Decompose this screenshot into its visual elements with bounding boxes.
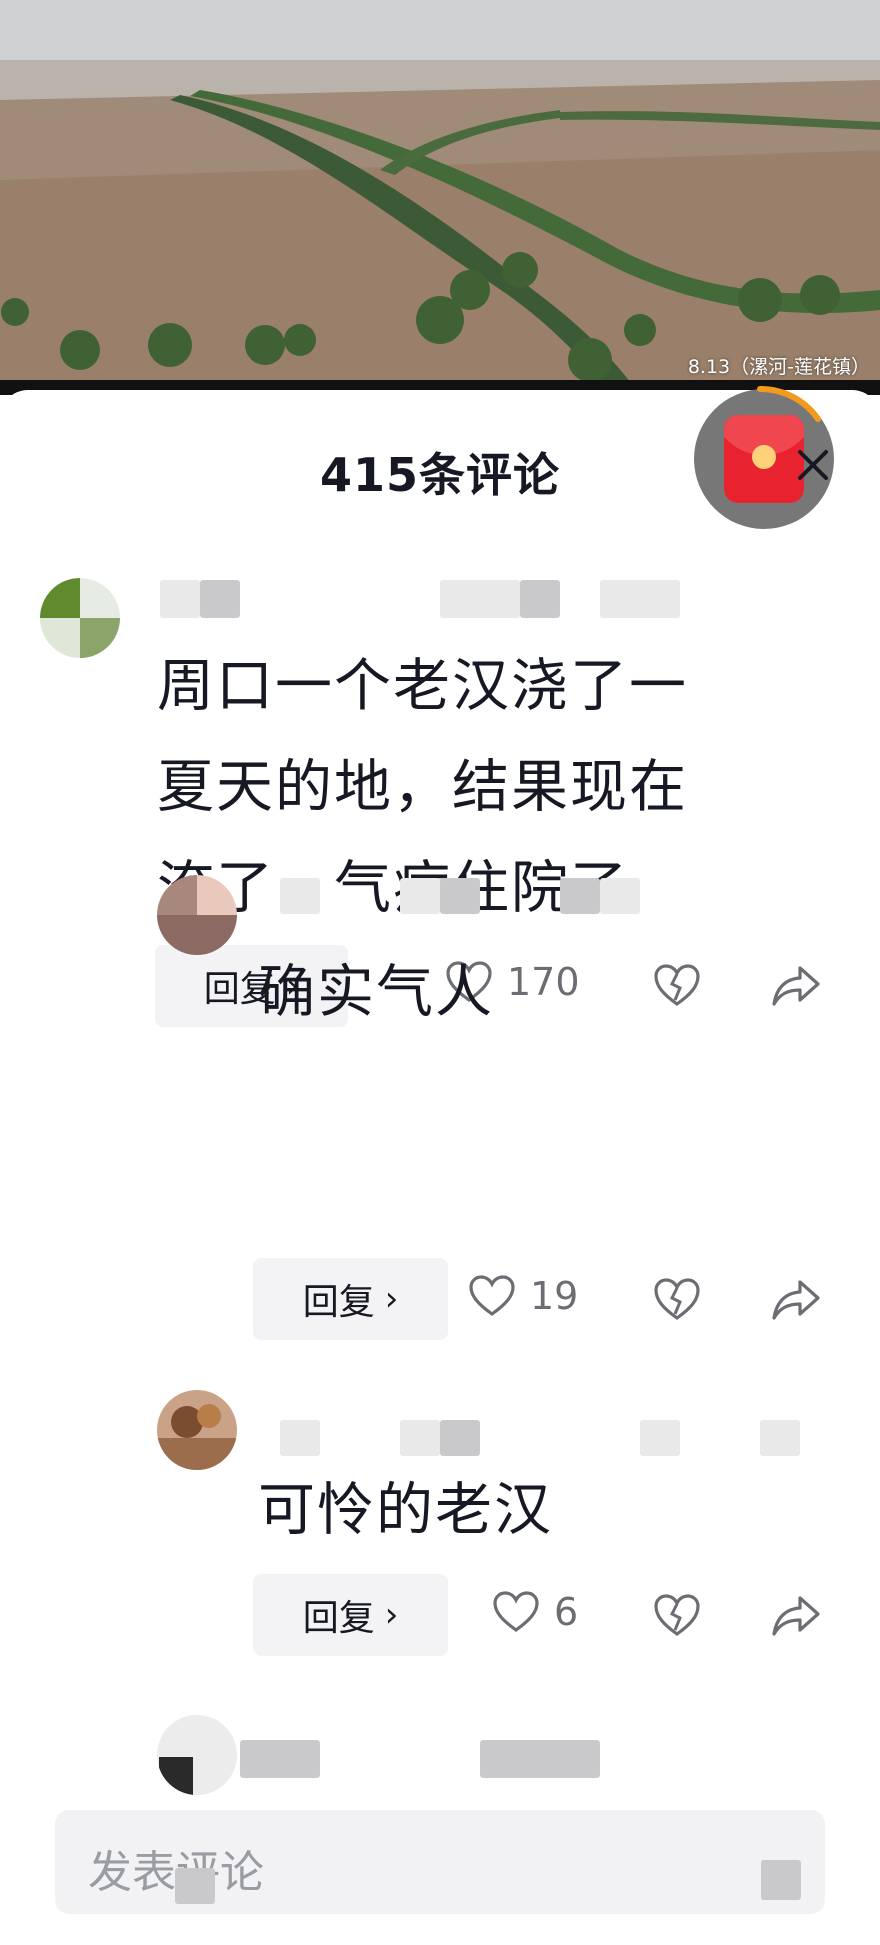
red-envelope-icon bbox=[724, 415, 804, 503]
heart-icon bbox=[493, 1591, 539, 1632]
share-arrow-icon[interactable] bbox=[770, 1592, 822, 1638]
avatar[interactable] bbox=[157, 1715, 237, 1795]
blurred-username bbox=[160, 580, 200, 618]
heart-icon bbox=[469, 1275, 515, 1316]
like-button[interactable]: 6 bbox=[492, 1590, 578, 1634]
reply-button[interactable]: 回复 › bbox=[253, 1258, 448, 1340]
like-count: 19 bbox=[530, 1274, 579, 1318]
emoji-button[interactable] bbox=[761, 1860, 801, 1900]
flood-aerial-image bbox=[0, 0, 880, 395]
dislike-heart-icon[interactable] bbox=[652, 962, 702, 1008]
video-frame[interactable]: 8.13（漯河-莲花镇） bbox=[0, 0, 880, 395]
like-count: 170 bbox=[507, 960, 580, 1004]
dislike-heart-icon[interactable] bbox=[652, 1592, 702, 1638]
avatar[interactable] bbox=[40, 578, 120, 658]
close-icon[interactable] bbox=[796, 448, 830, 482]
avatar[interactable] bbox=[157, 1390, 237, 1470]
video-location-caption: 8.13（漯河-莲花镇） bbox=[687, 356, 870, 378]
comment-text: 可怜的老汉 bbox=[258, 1477, 553, 1543]
dislike-heart-icon[interactable] bbox=[652, 1276, 702, 1322]
share-arrow-icon[interactable] bbox=[770, 962, 822, 1008]
comment-text: 确实气人 bbox=[258, 959, 494, 1025]
like-button[interactable]: 19 bbox=[468, 1274, 578, 1318]
comments-sheet: 415条评论 周口一个老汉浇了一 夏天的地，结果现在 淹了，气病住院了 回复› bbox=[0, 385, 880, 1945]
like-count: 6 bbox=[554, 1590, 579, 1634]
comment-input-bar[interactable]: 发表评论 bbox=[55, 1810, 825, 1914]
share-arrow-icon[interactable] bbox=[770, 1276, 822, 1322]
avatar[interactable] bbox=[157, 875, 237, 955]
reply-button[interactable]: 回复 › bbox=[253, 1574, 448, 1656]
